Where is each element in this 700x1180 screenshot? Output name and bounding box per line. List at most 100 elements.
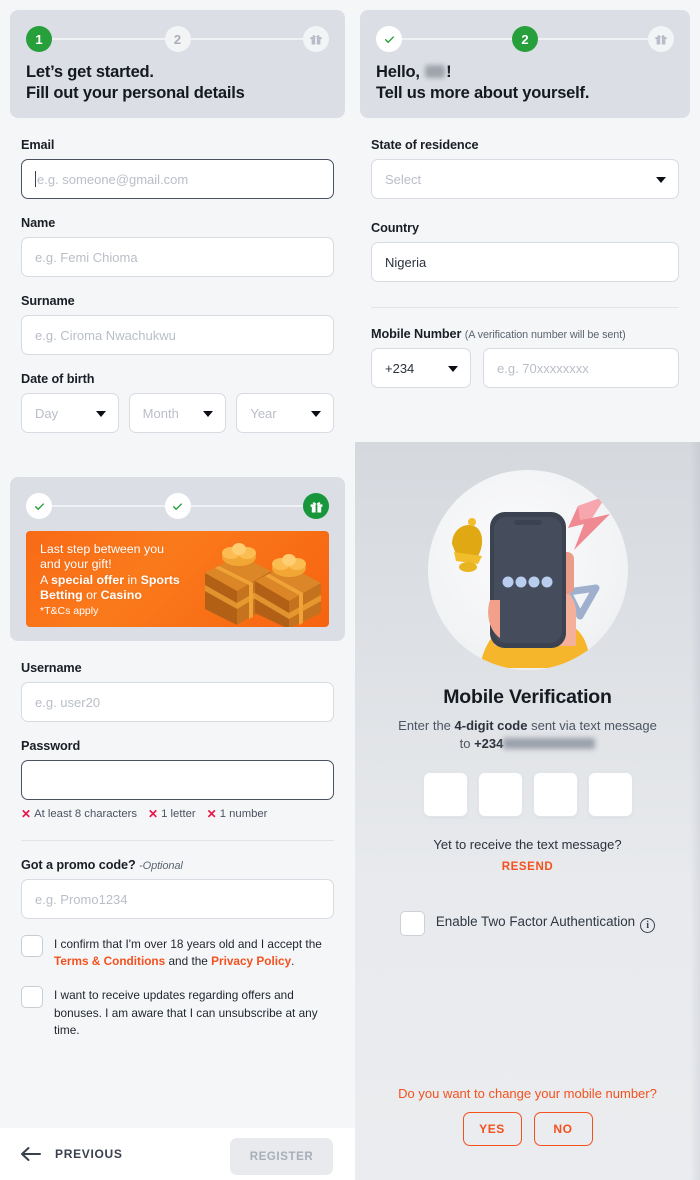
promo-optional-tag: -Optional [139,860,183,873]
dob-row: Day Month Year [21,393,335,434]
step-node-1[interactable]: 1 [26,26,52,52]
password-label: Password [21,739,81,754]
promo-code-field-group: Got a promo code? -Optional e.g. Promo12… [21,858,334,920]
consent-marketing-row[interactable]: I want to receive updates regarding offe… [21,986,334,1038]
country-label: Country [371,221,419,236]
otp-digit-1[interactable] [422,771,468,817]
step1-form: Email e.g. someone@gmail.com Name e.g. F… [0,138,355,434]
chevron-down-icon [656,177,666,184]
resend-button[interactable]: RESEND [355,861,700,873]
dial-code-select[interactable]: +234 [371,348,471,389]
otp-digit-4[interactable] [587,771,633,817]
email-placeholder: e.g. someone@gmail.com [37,171,189,187]
mobile-hint: (A verification number will be sent) [464,329,626,342]
password-rule: ✕ 1 letter [148,807,196,822]
promo-banner[interactable]: Last step between you and your gift! A s… [26,531,329,628]
consent-marketing-checkbox[interactable] [21,986,43,1009]
yes-button[interactable]: YES [462,1112,522,1146]
yet-to-receive-text: Yet to receive the text message? [433,836,622,852]
promo-line3: A special offer in Sports [40,572,180,587]
step-node-gift[interactable] [648,26,674,52]
step-node-2-label: 2 [521,31,529,47]
phone-in-hand-illustration [451,496,610,668]
password-rule: ✕ 1 number [206,807,268,822]
otp-digit-3[interactable] [532,771,578,817]
terms-link[interactable]: Terms & Conditions [54,954,165,968]
previous-button[interactable]: PREVIOUS [20,1146,123,1162]
no-button[interactable]: NO [533,1112,593,1146]
privacy-link[interactable]: Privacy Policy [211,954,291,968]
surname-placeholder: e.g. Ciroma Nwachukwu [35,327,176,343]
step-node-gift-active[interactable] [303,493,329,520]
surname-field-group: Surname e.g. Ciroma Nwachukwu [21,294,334,356]
divider [371,307,679,309]
check-icon [34,503,44,510]
change-number-actions: YES NO [355,1112,700,1146]
password-rule: ✕ At least 8 characters [21,807,138,822]
state-select[interactable]: Select [371,159,679,200]
otp-digit-2[interactable] [477,771,523,817]
mobile-placeholder: e.g. 70xxxxxxxx [497,360,589,376]
dob-day-select[interactable]: Day [21,393,119,434]
username-input[interactable]: e.g. user20 [21,682,334,723]
name-label: Name [21,216,56,231]
dob-field-group: Date of birth Day Month Year [21,372,335,434]
step1-title-line2: Fill out your personal details [26,84,245,103]
step-node-2-active[interactable]: 2 [512,26,538,52]
step2-stepper: 2 [376,26,674,52]
change-number-question: Do you want to change your mobile number… [398,1086,657,1101]
info-icon[interactable]: i [640,917,656,933]
x-icon: ✕ [148,807,159,822]
step-node-2[interactable]: 2 [164,26,191,52]
name-field-group: Name e.g. Femi Chioma [21,216,334,278]
email-label: Email [21,138,55,153]
name-placeholder: e.g. Femi Chioma [35,249,138,265]
x-icon: ✕ [21,807,32,822]
two-factor-checkbox[interactable] [399,910,425,936]
surname-label: Surname [21,294,75,309]
form-footer-bar: PREVIOUS REGISTER [0,1128,355,1180]
step1-title-line1: Let’s get started. [26,63,154,81]
surname-input[interactable]: e.g. Ciroma Nwachukwu [21,315,334,356]
step1-stepper: 1 2 [26,26,329,52]
step-node-1-done[interactable] [376,26,402,52]
step-node-2-done[interactable] [164,493,191,520]
two-factor-row[interactable]: Enable Two Factor Authentication i [355,910,700,936]
two-factor-label: Enable Two Factor Authentication i [436,914,656,933]
username-placeholder: e.g. user20 [35,694,101,710]
username-field-group: Username e.g. user20 [21,661,334,723]
gift-icon [310,502,322,513]
promo-text: Last step between you and your gift! A s… [40,542,180,603]
name-input[interactable]: e.g. Femi Chioma [21,237,334,278]
promo-code-label: Got a promo code? -Optional [21,858,183,873]
step1-title: Let’s get started. Fill out your persona… [26,62,329,104]
promo-code-input[interactable]: e.g. Promo1234 [21,879,334,920]
step-node-1-done[interactable] [26,493,52,520]
mobile-number-input[interactable]: e.g. 70xxxxxxxx [483,348,679,389]
consent-age-checkbox[interactable] [21,935,43,958]
dob-month-select[interactable]: Month [128,393,227,434]
email-input[interactable]: e.g. someone@gmail.com [21,159,334,200]
register-button[interactable]: REGISTER [230,1138,333,1175]
register-label: REGISTER [249,1150,314,1163]
mobile-row: +234 e.g. 70xxxxxxxx [371,348,679,389]
consent-age-row[interactable]: I confirm that I'm over 18 years old and… [21,935,334,970]
state-value: Select [385,171,422,187]
promo-line4: Betting or Casino [40,587,142,602]
chevron-down-icon [448,366,458,373]
step-node-gift[interactable] [303,26,329,52]
verification-illustration [427,470,628,670]
step-node-1-label: 1 [35,31,43,47]
step2-title-line2: Tell us more about yourself. [376,84,590,103]
previous-label: PREVIOUS [55,1147,123,1161]
dob-year-select[interactable]: Year [236,393,335,434]
divider [21,840,334,842]
username-label: Username [21,661,82,676]
password-input[interactable] [21,760,334,801]
check-icon [173,503,182,510]
redacted-name [425,65,446,78]
otp-code-row [355,771,700,817]
country-input[interactable]: Nigeria [371,242,679,283]
gift-icon [655,35,667,45]
bell-icon [451,518,482,572]
